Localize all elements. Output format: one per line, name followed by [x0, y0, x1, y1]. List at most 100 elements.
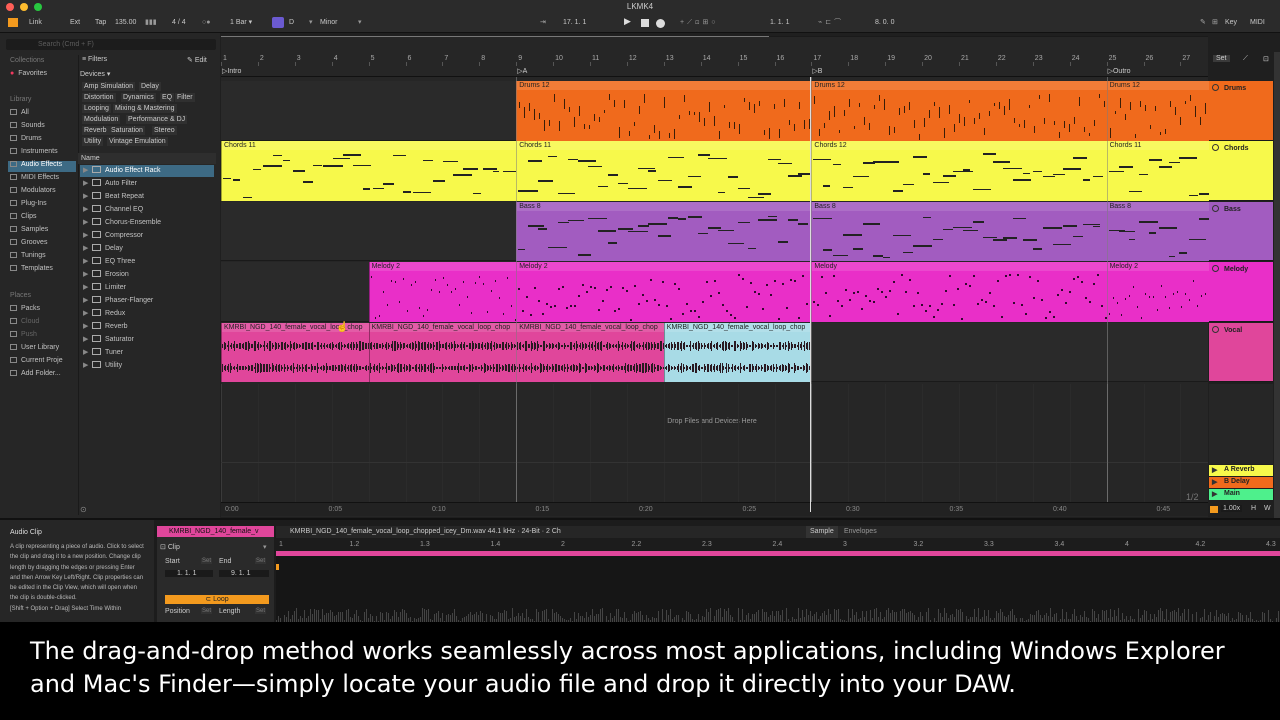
- device-item[interactable]: ▶ Phaser-Flanger: [80, 295, 214, 307]
- filter-tag[interactable]: Filter: [175, 93, 195, 102]
- devices-filter-menu[interactable]: Devices ▾: [80, 70, 110, 78]
- scale-select[interactable]: Minor: [320, 18, 338, 27]
- place-item[interactable]: Current Proje: [10, 357, 63, 364]
- quantize-menu[interactable]: 1 Bar ▾: [230, 18, 252, 27]
- device-item[interactable]: ▶ Delay: [80, 243, 214, 255]
- arrangement-clip[interactable]: Drums 12: [1106, 81, 1214, 141]
- start-marker[interactable]: [276, 564, 279, 570]
- expand-arrow-icon[interactable]: ▶: [83, 230, 92, 242]
- metronome-icon[interactable]: ○●: [202, 18, 210, 27]
- expand-arrow-icon[interactable]: ▶: [83, 243, 92, 255]
- filter-tag[interactable]: Modulation: [82, 115, 121, 124]
- device-item[interactable]: ▶ Saturator: [80, 334, 214, 346]
- track-header[interactable]: Bass: [1209, 202, 1273, 261]
- return-play-icon[interactable]: ▶: [1212, 466, 1219, 474]
- locator[interactable]: ▷Intro: [222, 67, 241, 75]
- edit-filters-button[interactable]: ✎ Edit: [187, 56, 207, 64]
- minimize-window-button[interactable]: [20, 3, 28, 11]
- library-item[interactable]: Samples: [8, 226, 76, 237]
- return-play-icon[interactable]: ▶: [1212, 478, 1219, 486]
- track-fold-icon[interactable]: [1212, 205, 1219, 212]
- track-lane-bass[interactable]: Bass 8 Bass 8 Bass 8: [221, 202, 1214, 261]
- track-fold-icon[interactable]: [1212, 326, 1219, 333]
- expand-arrow-icon[interactable]: ▶: [83, 347, 92, 359]
- return-track-header[interactable]: ▶ Main: [1209, 489, 1273, 500]
- clip-section-chevron-icon[interactable]: ▾: [263, 543, 267, 551]
- device-item[interactable]: ▶ Beat Repeat: [80, 191, 214, 203]
- track-fold-icon[interactable]: [1212, 84, 1219, 91]
- library-item[interactable]: All: [8, 109, 76, 120]
- link-button[interactable]: Link: [29, 18, 42, 27]
- track-header[interactable]: Chords: [1209, 141, 1273, 201]
- expand-arrow-icon[interactable]: ▶: [83, 321, 92, 333]
- arrangement-clip[interactable]: Bass 8: [1106, 202, 1214, 261]
- expand-arrow-icon[interactable]: ▶: [83, 217, 92, 229]
- filter-tag[interactable]: Stereo: [152, 126, 177, 135]
- expand-arrow-icon[interactable]: ▶: [83, 191, 92, 203]
- arrangement-draw-icon[interactable]: ⟋: [1243, 55, 1248, 63]
- filters-toggle[interactable]: ≡ Filters: [82, 56, 107, 63]
- place-item[interactable]: User Library: [10, 344, 59, 351]
- library-item[interactable]: Modulators: [8, 187, 76, 198]
- arrangement-clip[interactable]: Melody 2: [1106, 262, 1214, 322]
- set-start-button[interactable]: Set: [201, 558, 213, 564]
- track-lane-melody[interactable]: Melody 2 Melody 2 Melody Melody 2: [221, 262, 1214, 322]
- library-item[interactable]: Tunings: [8, 252, 76, 263]
- device-item[interactable]: ▶ Redux: [80, 308, 214, 320]
- library-item[interactable]: Grooves: [8, 239, 76, 250]
- automation-tools-icon[interactable]: +⟋⊡⊞○: [680, 18, 719, 27]
- arrangement-clip[interactable]: Bass 8: [811, 202, 1107, 261]
- device-item[interactable]: ▶ Chorus-Ensemble: [80, 217, 214, 229]
- set-button[interactable]: Set: [1213, 55, 1230, 62]
- library-item[interactable]: Drums: [8, 135, 76, 146]
- name-column-header[interactable]: Name: [78, 153, 216, 164]
- expand-arrow-icon[interactable]: ▶: [83, 178, 92, 190]
- expand-arrow-icon[interactable]: ▶: [83, 269, 92, 281]
- loop-start-field[interactable]: 1. 1. 1: [770, 18, 789, 27]
- set-end-button[interactable]: Set: [255, 558, 267, 564]
- time-ruler[interactable]: 0:00 0:05 0:10 0:15 0:20 0:25 0:30 0:35 0:40 0:45: [221, 502, 1208, 516]
- expand-arrow-icon[interactable]: ▶: [83, 295, 92, 307]
- favorites-item[interactable]: ● Favorites: [10, 70, 47, 77]
- filter-tag[interactable]: EQ: [160, 93, 175, 102]
- arrangement-clip[interactable]: Chords 11: [221, 141, 517, 201]
- browser-toggle-icon[interactable]: ⊙: [80, 505, 87, 514]
- sample-ruler[interactable]: 1 1.2 1.3 1.4 2 2.2 2.3 2.4 3 3.2 3.3 3.4 4 4.2 4.3: [276, 540, 1280, 550]
- device-item[interactable]: ▶ Erosion: [80, 269, 214, 281]
- return-track-header[interactable]: ▶ B Delay: [1209, 477, 1273, 488]
- filter-tag[interactable]: Delay: [139, 82, 161, 91]
- locator[interactable]: ▷B: [812, 67, 822, 75]
- song-position-field[interactable]: 17. 1. 1: [563, 18, 586, 27]
- return-play-icon[interactable]: ▶: [1212, 490, 1219, 498]
- clip-name-field[interactable]: KMRBI_NGD_140_female_v: [157, 526, 274, 537]
- place-item[interactable]: Add Folder...: [10, 370, 61, 377]
- draw-mode-icon[interactable]: ✎: [1200, 18, 1206, 27]
- arrangement-clip[interactable]: Melody 2: [368, 262, 517, 322]
- track-header[interactable]: Drums: [1209, 81, 1273, 141]
- filter-tag[interactable]: Mixing & Mastering: [113, 104, 177, 113]
- close-window-button[interactable]: [6, 3, 14, 11]
- place-item[interactable]: Push: [10, 331, 37, 338]
- device-item[interactable]: ▶ Channel EQ: [80, 204, 214, 216]
- library-item[interactable]: Audio Effects: [8, 161, 76, 172]
- filter-tag[interactable]: Utility: [82, 137, 104, 146]
- device-item[interactable]: ▶ EQ Three: [80, 256, 214, 268]
- tap-button[interactable]: Tap: [95, 18, 106, 27]
- envelopes-tab[interactable]: Envelopes: [844, 526, 877, 538]
- device-item[interactable]: ▶ Audio Effect Rack: [80, 165, 214, 177]
- wrap-button[interactable]: W: [1264, 505, 1271, 512]
- arrangement-clip[interactable]: KMRBI_NGD_140_female_vocal_loop_chop: [368, 323, 517, 382]
- library-item[interactable]: Templates: [8, 265, 76, 276]
- place-item[interactable]: Packs: [10, 305, 40, 312]
- arrangement-clip[interactable]: Chords 11: [1106, 141, 1214, 201]
- play-icon[interactable]: ▶: [624, 17, 631, 26]
- start-field[interactable]: 1. 1. 1: [165, 570, 213, 577]
- arrangement-clip[interactable]: KMRBI_NGD_140_female_vocal_loop_chop: [516, 323, 664, 382]
- follow-icon[interactable]: ⇥: [540, 18, 546, 27]
- loop-length-field[interactable]: 8. 0. 0: [875, 18, 894, 27]
- locator[interactable]: ▷A: [517, 67, 527, 75]
- device-item[interactable]: ▶ Compressor: [80, 230, 214, 242]
- library-item[interactable]: Instruments: [8, 148, 76, 159]
- set-length-button[interactable]: Set: [255, 608, 267, 614]
- device-item[interactable]: ▶ Auto Filter: [80, 178, 214, 190]
